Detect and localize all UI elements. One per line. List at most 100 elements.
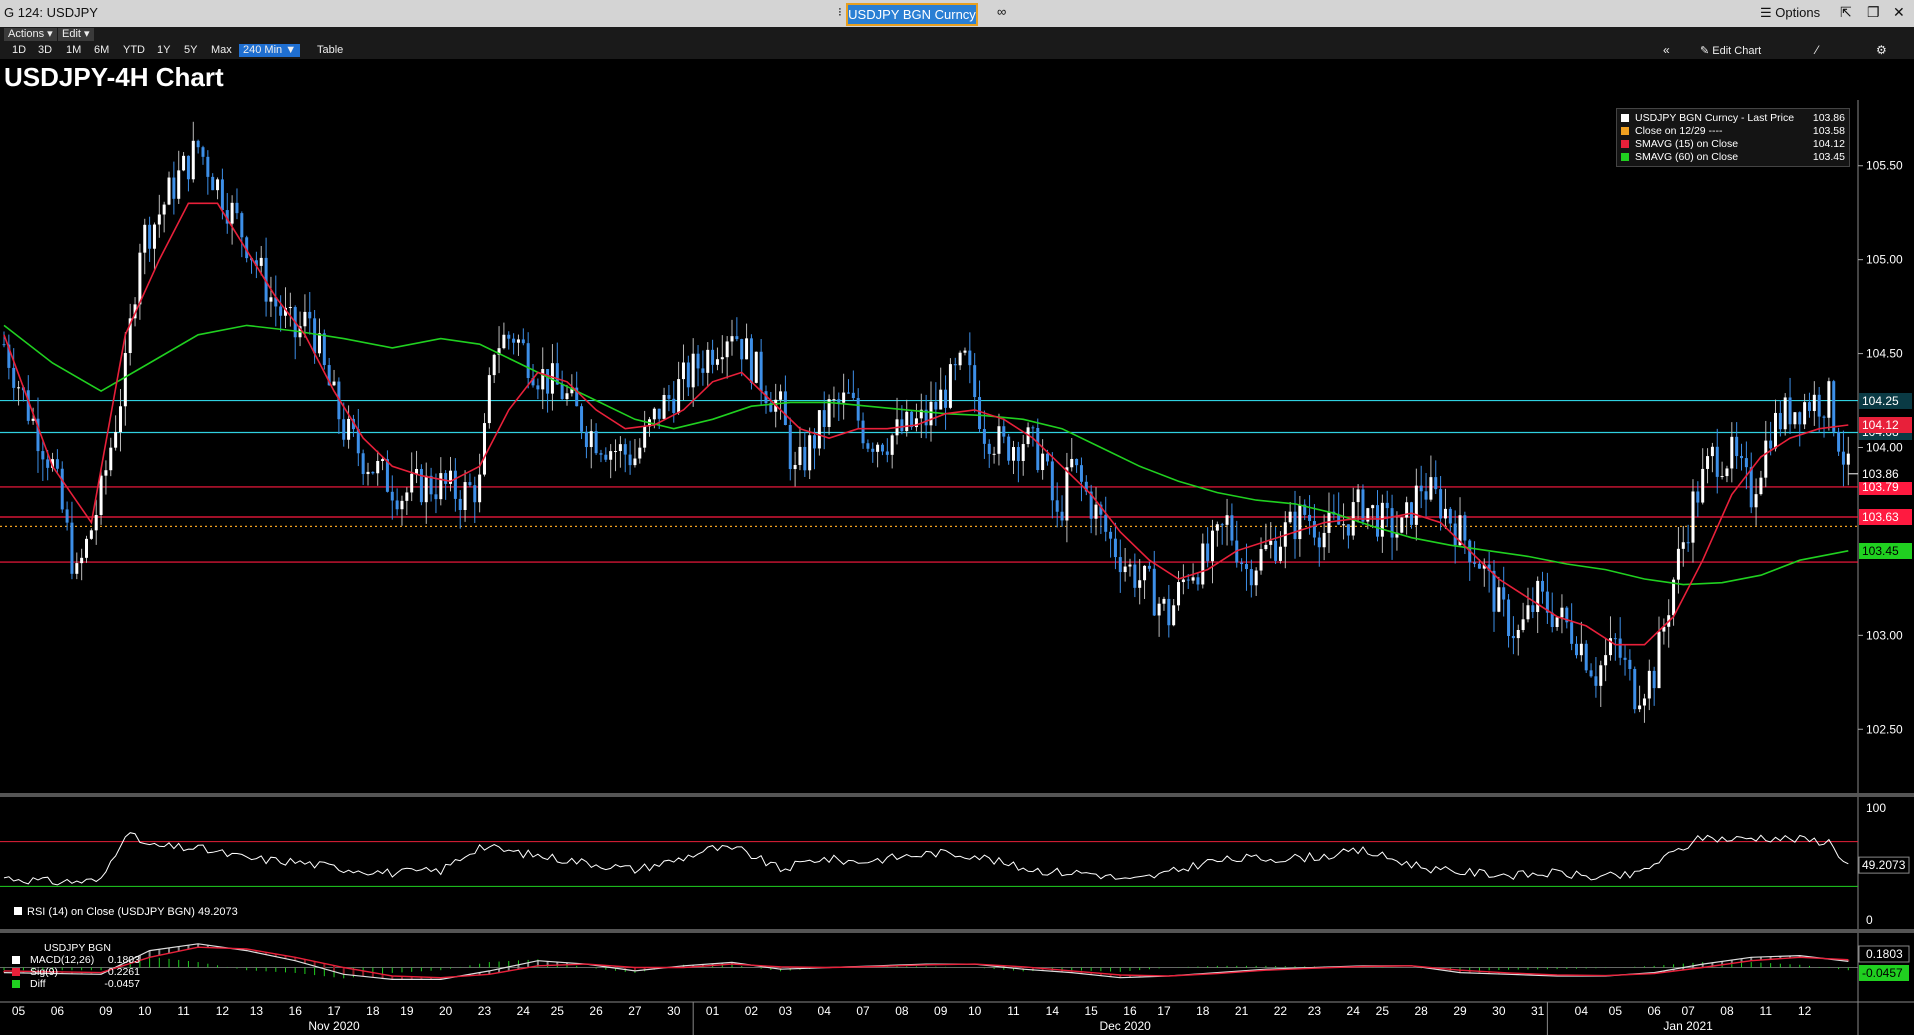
candle-body (269, 297, 273, 302)
candle-body (177, 170, 181, 199)
candle-body (148, 224, 152, 249)
candle-body (1812, 394, 1816, 412)
candle-body (216, 179, 220, 191)
candle-body (793, 464, 797, 470)
macd-legend-signal: Sig(9) 0.2261 (12, 966, 140, 978)
candle-body (1764, 440, 1768, 478)
candle-body (478, 474, 482, 503)
candle-body (973, 365, 977, 398)
macd-legend-macd: MACD(12,26) 0.1803 (12, 954, 140, 966)
legend-swatch (1621, 127, 1629, 135)
macd-value-label: 0.1803 (1866, 947, 1903, 961)
candle-body (1492, 570, 1496, 612)
candle-body (1186, 579, 1190, 581)
candle-body (512, 338, 516, 343)
candle-body (70, 522, 74, 574)
candle-body (1249, 569, 1253, 586)
candle-body (1623, 657, 1627, 660)
candle-body (85, 538, 89, 558)
candle-body (366, 471, 370, 475)
candle-body (1783, 397, 1787, 430)
x-tick-label: 17 (327, 1004, 341, 1018)
candle-body (1803, 402, 1807, 425)
candle-body (1055, 500, 1059, 512)
candle-body (614, 451, 618, 453)
candle-body (1769, 440, 1773, 449)
legend-value: 103.86 (1812, 112, 1845, 124)
candle-body (1259, 549, 1263, 571)
legend-item-sma15[interactable]: SMAVG (15) on Close 104.12 (1621, 138, 1845, 150)
candle-body (172, 177, 176, 199)
x-tick-label: 04 (817, 1004, 831, 1018)
candle-body (1837, 431, 1841, 452)
candle-body (657, 408, 661, 419)
candle-body (1254, 570, 1258, 586)
candle-body (235, 202, 239, 214)
candle-body (1817, 394, 1821, 417)
candle-body (997, 426, 1001, 454)
candle-body (672, 398, 676, 413)
candle-body (808, 435, 812, 471)
candle-body (1429, 477, 1433, 500)
candle-body (385, 459, 389, 492)
candle-body (308, 311, 312, 319)
candle-body (652, 408, 656, 420)
candle-body (1094, 504, 1098, 519)
candle-body (1822, 416, 1826, 418)
candle-body (1531, 605, 1535, 612)
candle-body (1749, 467, 1753, 508)
candle-body (681, 362, 685, 380)
candle-body (41, 451, 45, 460)
candle-body (123, 353, 127, 407)
level-price-label: 103.63 (1859, 509, 1912, 525)
candle-body (424, 475, 428, 503)
candle-body (900, 419, 904, 432)
candle-body (803, 446, 807, 471)
candle-body (1759, 477, 1763, 495)
x-tick-label: 05 (11, 1004, 26, 1018)
candle-body (1841, 451, 1845, 465)
candle-body (609, 451, 613, 460)
candle-body (80, 557, 84, 564)
candle-body (1526, 605, 1530, 620)
candle-body (1715, 446, 1719, 477)
candle-body (347, 418, 351, 440)
candle-body (2, 344, 6, 346)
chart-legend[interactable]: USDJPY BGN Curncy - Last Price 103.86 Cl… (1616, 108, 1850, 167)
candle-body (623, 444, 627, 455)
candle-body (1443, 508, 1447, 519)
x-tick-label: 10 (138, 1004, 152, 1018)
legend-item-sma60[interactable]: SMAVG (60) on Close 103.45 (1621, 151, 1845, 163)
candle-body (686, 362, 690, 388)
candle-body (759, 351, 763, 392)
candle-body (1807, 402, 1811, 412)
legend-item-last-price[interactable]: USDJPY BGN Curncy - Last Price 103.86 (1621, 112, 1845, 124)
candle-body (1628, 659, 1632, 670)
legend-item-close[interactable]: Close on 12/29 ---- 103.58 (1621, 125, 1845, 137)
candle-body (201, 147, 205, 157)
candle-body (89, 530, 93, 539)
legend-value: 103.58 (1812, 125, 1845, 137)
candle-body (594, 431, 598, 454)
candle-body (342, 419, 346, 440)
candle-body (939, 389, 943, 410)
x-tick-label: 20 (438, 1004, 453, 1018)
candle-body (1269, 540, 1273, 545)
candle-body (546, 369, 550, 394)
candle-body (1584, 643, 1588, 671)
candle-body (982, 429, 986, 444)
candle-body (1031, 427, 1035, 429)
candle-body (1832, 381, 1836, 432)
candle-body (182, 155, 186, 171)
candle-body (987, 443, 991, 454)
x-tick-label: 23 (477, 1004, 492, 1018)
x-month-label: Jan 2021 (1663, 1019, 1713, 1033)
candle-body (1846, 453, 1850, 465)
macd-diff-label: -0.0457 (1862, 966, 1903, 980)
legend-swatch (12, 968, 20, 976)
candle-body (1720, 476, 1724, 478)
candle-body (1244, 564, 1248, 570)
candle-body (589, 431, 593, 448)
candle-body (1618, 638, 1622, 658)
candle-body (167, 177, 171, 205)
